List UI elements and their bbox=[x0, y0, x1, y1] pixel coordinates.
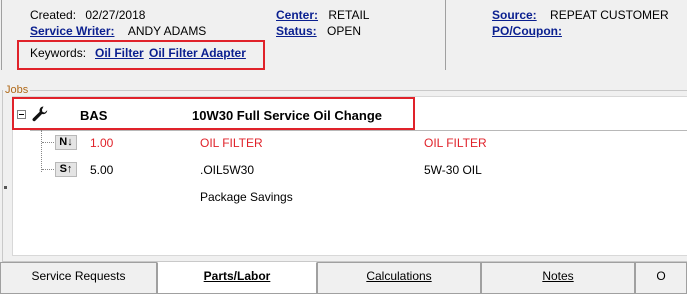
tab-service-requests[interactable]: Service Requests bbox=[0, 263, 157, 294]
po-coupon-row: PO/Coupon: bbox=[492, 24, 562, 38]
line-part-number[interactable]: OIL FILTER bbox=[200, 136, 263, 150]
tab-other[interactable]: O bbox=[635, 263, 687, 294]
job-highlight-box bbox=[12, 97, 415, 130]
service-writer-link[interactable]: Service Writer: bbox=[30, 24, 115, 38]
package-savings-label[interactable]: Package Savings bbox=[200, 190, 293, 204]
status-value: OPEN bbox=[327, 24, 362, 38]
line-type-badge: S↑ bbox=[55, 162, 77, 177]
tree-connector bbox=[41, 130, 42, 172]
source-link[interactable]: Source: bbox=[492, 8, 537, 22]
source-value: REPEAT CUSTOMER bbox=[550, 8, 669, 22]
splitter-handle[interactable] bbox=[4, 186, 7, 189]
tab-notes[interactable]: Notes bbox=[481, 263, 635, 294]
keyword-link-oil-filter[interactable]: Oil Filter bbox=[95, 46, 144, 60]
service-writer-row: Service Writer: ANDY ADAMS bbox=[30, 24, 206, 38]
line-description[interactable]: OIL FILTER bbox=[424, 136, 487, 150]
line-qty[interactable]: 1.00 bbox=[90, 136, 113, 150]
created-value: 02/27/2018 bbox=[85, 8, 146, 22]
tree-connector bbox=[42, 142, 56, 143]
created-label: Created: bbox=[30, 8, 77, 22]
service-writer-value: ANDY ADAMS bbox=[127, 24, 207, 38]
center-value: RETAIL bbox=[328, 8, 370, 22]
line-description[interactable]: 5W-30 OIL bbox=[424, 163, 482, 177]
status-link[interactable]: Status: bbox=[276, 24, 317, 38]
keywords-label: Keywords: bbox=[30, 46, 87, 60]
created-row: Created: 02/27/2018 bbox=[30, 8, 145, 22]
tab-label: Calculations bbox=[366, 269, 432, 283]
job-header-divider bbox=[30, 130, 687, 131]
jobs-legend: Jobs bbox=[3, 84, 31, 96]
tab-parts-labor[interactable]: Parts/Labor bbox=[157, 262, 317, 294]
line-qty[interactable]: 5.00 bbox=[90, 163, 113, 177]
center-row: Center: RETAIL bbox=[276, 8, 369, 22]
tree-connector bbox=[42, 169, 56, 170]
tab-calculations[interactable]: Calculations bbox=[317, 263, 481, 294]
keyword-link-oil-filter-adapter[interactable]: Oil Filter Adapter bbox=[149, 46, 246, 60]
source-row: Source: REPEAT CUSTOMER bbox=[492, 8, 669, 22]
panel-divider bbox=[445, 0, 446, 70]
line-type-badge: N↓ bbox=[55, 135, 77, 150]
po-coupon-link[interactable]: PO/Coupon: bbox=[492, 24, 562, 38]
status-row: Status: OPEN bbox=[276, 24, 361, 38]
panel-divider bbox=[1, 0, 2, 70]
center-link[interactable]: Center: bbox=[276, 8, 318, 22]
tab-label: Notes bbox=[542, 269, 574, 283]
tab-label: Service Requests bbox=[31, 269, 126, 283]
line-part-number[interactable]: .OIL5W30 bbox=[200, 163, 254, 177]
tab-label: Parts/Labor bbox=[203, 269, 271, 283]
tab-label: O bbox=[656, 269, 666, 283]
